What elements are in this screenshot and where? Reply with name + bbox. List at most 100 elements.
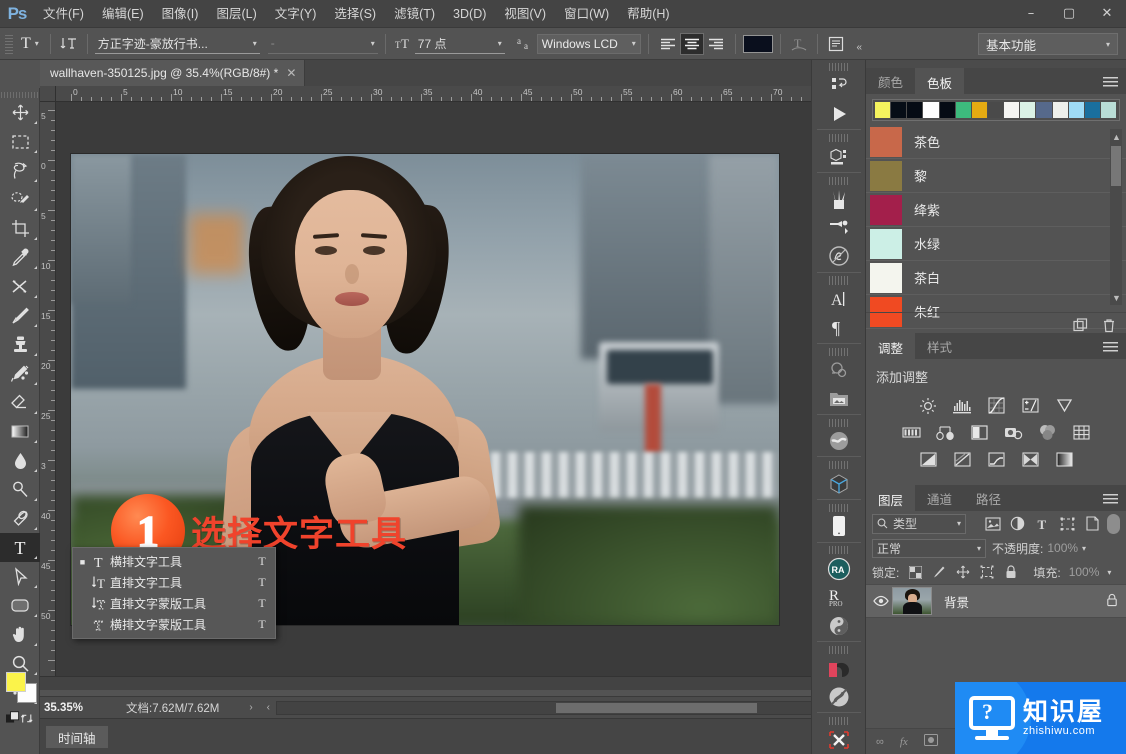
actions-play-icon[interactable] (819, 100, 859, 129)
tab-color[interactable]: 颜色 (866, 68, 915, 94)
rail-grip[interactable] (829, 177, 849, 185)
swatch-row[interactable]: 绛紫 (866, 193, 1126, 227)
menu-help[interactable]: 帮助(H) (618, 0, 678, 28)
quick-selection-tool[interactable] (0, 185, 40, 214)
tab-layers[interactable]: 图层 (866, 485, 915, 511)
swatch-list[interactable]: 茶色黎绛紫水绿茶白朱红 (866, 125, 1126, 329)
clone-stamp-tool[interactable] (0, 330, 40, 359)
color-balance-icon[interactable] (935, 423, 955, 443)
status-scroll-thumb[interactable] (556, 703, 757, 713)
rail-grip[interactable] (829, 63, 849, 71)
swatch-cell[interactable] (972, 102, 987, 118)
lock-position-icon[interactable] (955, 563, 971, 581)
expand-panels-icon[interactable]: « (856, 42, 862, 53)
toggle-text-orientation-icon[interactable] (58, 33, 80, 55)
antialias-select[interactable]: Windows LCD ▾ (537, 34, 641, 54)
flyout-item-horizontal-type-mask[interactable]: T 横排文字蒙版工具 T (73, 614, 275, 635)
rail-grip[interactable] (829, 646, 849, 654)
move-tool[interactable] (0, 98, 40, 127)
lock-transparent-icon[interactable] (907, 563, 923, 581)
gradient-tool[interactable] (0, 417, 40, 446)
panel-menu-icon[interactable] (1103, 494, 1118, 504)
r-pro-plugin-icon[interactable]: R PRO (819, 583, 859, 612)
swatch-cell[interactable] (907, 102, 922, 118)
swatch-cell[interactable] (1085, 102, 1100, 118)
filter-enable-toggle[interactable] (1107, 514, 1120, 534)
flyout-item-horizontal-type[interactable]: ■ T 横排文字工具 T (73, 551, 275, 572)
shape-filter-icon[interactable] (1055, 513, 1080, 535)
text-color-swatch[interactable] (743, 35, 773, 53)
menu-window[interactable]: 窗口(W) (555, 0, 618, 28)
swatch-color-chip[interactable] (870, 161, 902, 191)
rectangular-marquee-tool[interactable] (0, 127, 40, 156)
type-tool-flyout-menu[interactable]: ■ T 横排文字工具 T T 直排文字工具 T (72, 547, 276, 639)
swatch-cell[interactable] (1069, 102, 1084, 118)
brightness-contrast-icon[interactable] (918, 396, 938, 416)
warp-text-icon[interactable]: T (788, 33, 810, 55)
tab-swatches[interactable]: 色板 (915, 68, 964, 94)
menu-edit[interactable]: 编辑(E) (93, 0, 153, 28)
adjustment-filter-icon[interactable] (1005, 513, 1030, 535)
swatch-cell[interactable] (956, 102, 971, 118)
tab-channels[interactable]: 通道 (915, 485, 964, 511)
maximize-button[interactable]: ▢ (1050, 0, 1088, 26)
rail-grip[interactable] (829, 348, 849, 356)
menu-filter[interactable]: 滤镜(T) (385, 0, 444, 28)
type-filter-icon[interactable]: T (1030, 513, 1055, 535)
invert-icon[interactable] (918, 450, 938, 470)
flyout-item-vertical-type-mask[interactable]: T 直排文字蒙版工具 T (73, 593, 275, 614)
swatch-cell[interactable] (923, 102, 938, 118)
tab-adjustments[interactable]: 调整 (866, 333, 915, 359)
layer-style-icon[interactable]: fx (900, 736, 908, 748)
menu-select[interactable]: 选择(S) (325, 0, 385, 28)
character-panel-icon[interactable] (825, 33, 847, 55)
black-white-icon[interactable] (969, 423, 989, 443)
swatch-strip[interactable] (872, 99, 1120, 121)
posterize-icon[interactable] (952, 450, 972, 470)
font-size-input[interactable]: 77 点 ▾ (415, 34, 505, 54)
layer-filter-kind-select[interactable]: 类型 ▾ (872, 514, 966, 534)
rail-grip[interactable] (829, 419, 849, 427)
history-brush-tool[interactable] (0, 359, 40, 388)
ra-plugin-icon[interactable]: RA (819, 554, 859, 583)
layer-mask-icon[interactable] (924, 734, 938, 749)
scroll-left-icon[interactable]: ‹ (267, 702, 270, 713)
rail-grip[interactable] (829, 546, 849, 554)
swatch-color-chip[interactable] (870, 195, 902, 225)
document-tab[interactable]: wallhaven-350125.jpg @ 35.4%(RGB/8#) * ✕ (40, 60, 305, 86)
libraries-icon[interactable] (819, 384, 859, 413)
menu-type[interactable]: 文字(Y) (266, 0, 326, 28)
paragraph-icon[interactable]: ¶ (819, 313, 859, 342)
swatch-cell[interactable] (1020, 102, 1035, 118)
menu-view[interactable]: 视图(V) (495, 0, 555, 28)
photo-filter-icon[interactable] (1003, 423, 1023, 443)
history-icon[interactable] (819, 71, 859, 100)
blend-mode-select[interactable]: 正常 ▾ (872, 539, 986, 558)
rail-grip[interactable] (829, 134, 849, 142)
foreground-color-swatch[interactable] (6, 672, 26, 692)
swatch-cell[interactable] (1036, 102, 1051, 118)
swatch-cell[interactable] (940, 102, 955, 118)
crop-tool[interactable] (0, 214, 40, 243)
dodge-tool[interactable] (0, 475, 40, 504)
quick-mask-icon[interactable] (6, 711, 20, 726)
rail-grip[interactable] (829, 276, 849, 284)
align-center-button[interactable] (680, 33, 704, 55)
close-button[interactable]: ✕ (1088, 0, 1126, 26)
layer-row-background[interactable]: 背景 (866, 584, 1126, 618)
panel-menu-icon[interactable] (1103, 77, 1118, 87)
tab-styles[interactable]: 样式 (915, 333, 964, 359)
noise-plugin-icon[interactable] (819, 683, 859, 712)
curves-icon[interactable] (986, 396, 1006, 416)
hue-saturation-icon[interactable] (901, 423, 921, 443)
brush-settings-icon[interactable] (819, 213, 859, 242)
menu-image[interactable]: 图像(I) (153, 0, 208, 28)
swatches-scrollbar[interactable]: ▲ ▼ (1110, 129, 1122, 305)
options-bar-grip[interactable] (4, 33, 13, 55)
exposure-icon[interactable] (1020, 396, 1040, 416)
scroll-up-icon[interactable]: ▲ (1112, 132, 1121, 142)
tools-panel-grip[interactable] (0, 88, 39, 98)
layer-visibility-icon[interactable] (870, 595, 892, 607)
menu-3d[interactable]: 3D(D) (444, 0, 495, 28)
delete-swatch-icon[interactable] (1102, 318, 1116, 333)
